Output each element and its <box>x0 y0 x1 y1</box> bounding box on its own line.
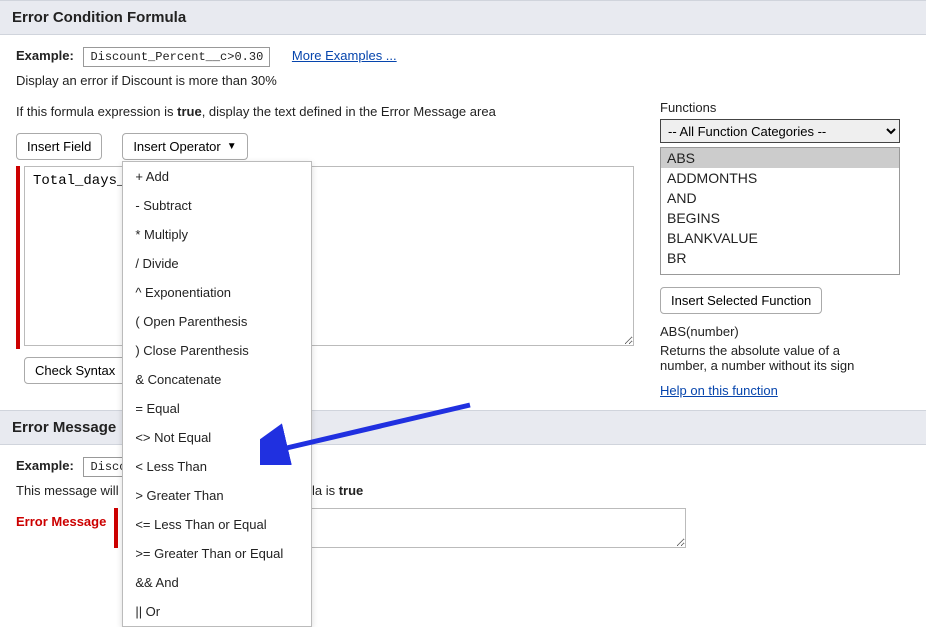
insert-selected-function-button[interactable]: Insert Selected Function <box>660 287 822 314</box>
errmsg-example-label: Example: <box>16 458 74 473</box>
chevron-down-icon: ▼ <box>227 141 237 152</box>
function-signature: ABS(number) <box>660 324 910 339</box>
function-category-select[interactable]: -- All Function Categories -- <box>660 119 900 143</box>
function-item[interactable]: BR <box>661 248 899 268</box>
operator-item[interactable]: || Or <box>123 597 311 626</box>
function-item[interactable]: ABS <box>661 148 899 168</box>
functions-panel: Functions -- All Function Categories -- … <box>660 94 910 398</box>
operator-item[interactable]: ( Open Parenthesis <box>123 307 311 336</box>
check-syntax-button[interactable]: Check Syntax <box>24 357 126 384</box>
operator-item[interactable]: / Divide <box>123 249 311 278</box>
error-message-label: Error Message <box>16 508 126 529</box>
insert-field-button[interactable]: Insert Field <box>16 133 102 160</box>
function-item[interactable]: BEGINS <box>661 208 899 228</box>
required-bar <box>114 508 118 548</box>
example-formula-box: Discount_Percent__c>0.30 <box>83 47 270 67</box>
insert-operator-dropdown[interactable]: Insert Operator ▼ + Add- Subtract* Multi… <box>122 133 247 160</box>
operator-item[interactable]: - Subtract <box>123 191 311 220</box>
operator-item[interactable]: < Less Than <box>123 452 311 481</box>
more-examples-link[interactable]: More Examples ... <box>292 48 397 63</box>
operator-item[interactable]: <> Not Equal <box>123 423 311 452</box>
example-row: Example: Discount_Percent__c>0.30 More E… <box>16 47 910 67</box>
insert-operator-button[interactable]: Insert Operator ▼ <box>122 133 247 160</box>
operator-menu: + Add- Subtract* Multiply/ Divide^ Expon… <box>122 161 312 627</box>
section-header-formula: Error Condition Formula <box>0 0 926 35</box>
formula-textarea[interactable] <box>24 166 634 346</box>
example-description: Display an error if Discount is more tha… <box>16 73 910 88</box>
formula-area-wrap <box>16 166 636 349</box>
operator-item[interactable]: + Add <box>123 162 311 191</box>
formula-content: Example: Discount_Percent__c>0.30 More E… <box>0 35 926 410</box>
operator-item[interactable]: ) Close Parenthesis <box>123 336 311 365</box>
function-item[interactable]: ADDMONTHS <box>661 168 899 188</box>
operator-item[interactable]: ^ Exponentiation <box>123 278 311 307</box>
function-item[interactable]: BLANKVALUE <box>661 228 899 248</box>
required-bar <box>16 166 20 349</box>
operator-item[interactable]: >= Greater Than or Equal <box>123 539 311 568</box>
function-listbox[interactable]: ABSADDMONTHSANDBEGINSBLANKVALUEBR <box>660 147 900 275</box>
function-item[interactable]: AND <box>661 188 899 208</box>
function-description: Returns the absolute value of a number, … <box>660 343 890 373</box>
operator-item[interactable]: & Concatenate <box>123 365 311 394</box>
help-on-function-link[interactable]: Help on this function <box>660 383 778 398</box>
example-label: Example: <box>16 48 74 63</box>
operator-item[interactable]: * Multiply <box>123 220 311 249</box>
functions-label: Functions <box>660 100 910 115</box>
instruction-text: If this formula expression is true, disp… <box>16 104 636 119</box>
operator-item[interactable]: > Greater Than <box>123 481 311 510</box>
operator-item[interactable]: <= Less Than or Equal <box>123 510 311 539</box>
operator-item[interactable]: = Equal <box>123 394 311 423</box>
